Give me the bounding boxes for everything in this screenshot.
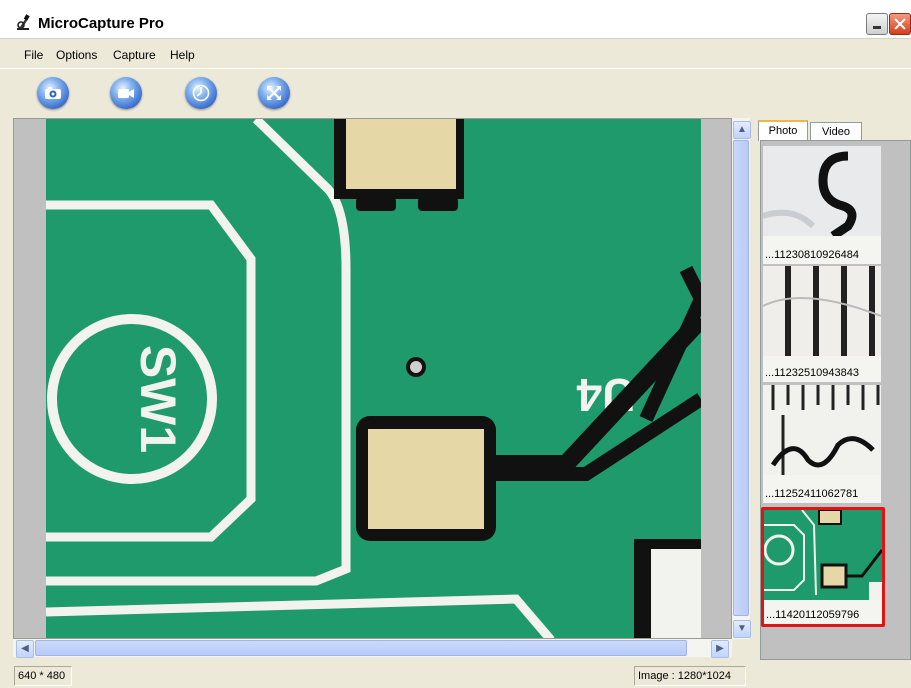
thumbnail-image bbox=[764, 510, 882, 600]
fullscreen-button[interactable] bbox=[258, 77, 290, 109]
video-record-button[interactable] bbox=[110, 77, 142, 109]
thumbnail-caption: ...11230810926484 bbox=[765, 249, 859, 261]
status-resolution: 640 * 480 bbox=[14, 666, 72, 686]
menu-bar: File Options Capture Help bbox=[0, 44, 911, 64]
vertical-scroll-thumb[interactable] bbox=[733, 140, 749, 616]
thumbnail-item[interactable]: ...11230810926484 bbox=[763, 146, 881, 264]
capture-panel: Photo Video ...11230810926484 ...1123251… bbox=[752, 118, 911, 660]
image-viewport[interactable]: SW1 U4 bbox=[13, 118, 732, 639]
window-title: MicroCapture Pro bbox=[38, 15, 164, 32]
scroll-up-button[interactable]: ▲ bbox=[733, 121, 751, 139]
svg-text:SW1: SW1 bbox=[130, 345, 186, 453]
clock-icon bbox=[192, 84, 210, 102]
minimize-button[interactable] bbox=[866, 13, 888, 35]
tab-photo[interactable]: Photo bbox=[758, 120, 808, 141]
camera-icon bbox=[45, 87, 61, 99]
menu-help[interactable]: Help bbox=[170, 48, 195, 62]
scroll-right-button[interactable]: ▶ bbox=[711, 640, 729, 658]
status-image-size: Image : 1280*1024 bbox=[634, 666, 746, 686]
toolbar bbox=[0, 68, 911, 119]
thumbnail-item-selected[interactable]: ...11420112059796 bbox=[761, 507, 885, 627]
photo-capture-button[interactable] bbox=[37, 77, 69, 109]
thumbnail-image bbox=[763, 385, 881, 475]
thumbnail-caption: ...11232510943843 bbox=[765, 367, 859, 379]
pcb-image: SW1 U4 bbox=[46, 119, 701, 638]
status-bar: 640 * 480 Image : 1280*1024 bbox=[0, 664, 911, 688]
scroll-down-button[interactable]: ▼ bbox=[733, 620, 751, 638]
horizontal-scrollbar[interactable]: ◀ ▶ bbox=[13, 639, 732, 658]
thumbnail-item[interactable]: ...11252411062781 bbox=[763, 385, 881, 503]
vertical-scrollbar[interactable]: ▲ ▼ bbox=[732, 118, 751, 639]
thumbnail-item[interactable]: ...11232510943843 bbox=[763, 266, 881, 382]
timer-button[interactable] bbox=[185, 77, 217, 109]
thumbnail-caption: ...11420112059796 bbox=[766, 609, 860, 621]
menu-file[interactable]: File bbox=[24, 48, 43, 62]
thumbnail-caption: ...11252411062781 bbox=[765, 488, 859, 500]
tab-video[interactable]: Video bbox=[810, 122, 862, 141]
horizontal-scroll-thumb[interactable] bbox=[35, 640, 687, 656]
expand-arrows-icon bbox=[267, 86, 281, 100]
thumbnail-list[interactable]: ...11230810926484 ...11232510943843 ...1… bbox=[760, 140, 911, 660]
title-bar: MicroCapture Pro bbox=[0, 0, 911, 39]
menu-capture[interactable]: Capture bbox=[113, 48, 156, 62]
close-button[interactable] bbox=[889, 13, 911, 35]
menu-options[interactable]: Options bbox=[56, 48, 97, 62]
scroll-left-button[interactable]: ◀ bbox=[16, 640, 34, 658]
thumbnail-image bbox=[763, 266, 881, 356]
thumbnail-image bbox=[763, 146, 881, 236]
video-camera-icon bbox=[118, 89, 134, 98]
microscope-icon bbox=[17, 14, 30, 30]
